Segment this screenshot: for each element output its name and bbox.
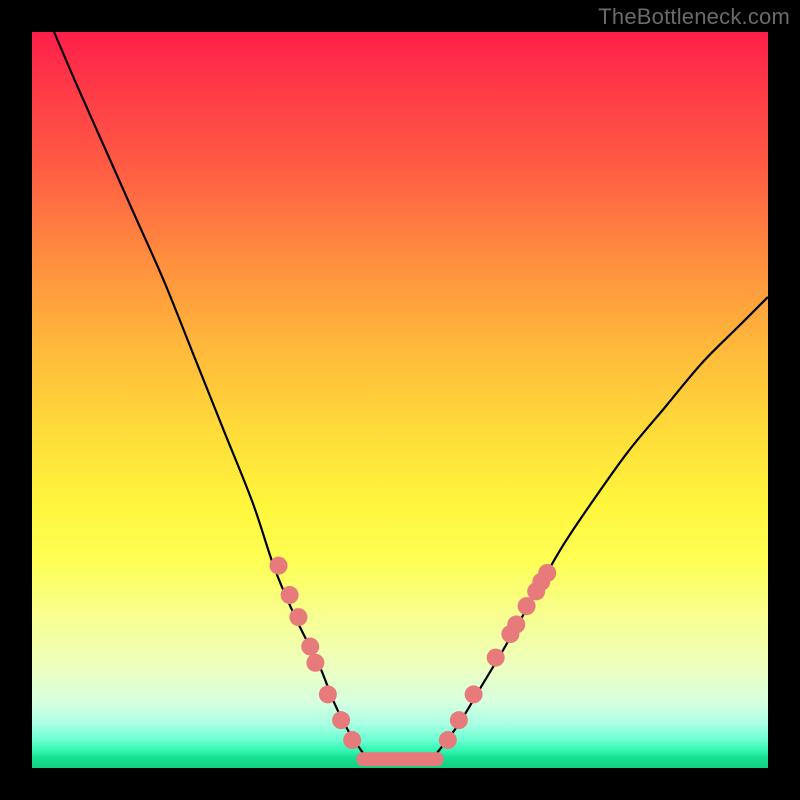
data-marker (439, 731, 457, 749)
data-marker (343, 731, 361, 749)
data-marker (465, 685, 483, 703)
data-marker (507, 615, 525, 633)
data-marker (301, 638, 319, 656)
data-marker (281, 586, 299, 604)
data-marker (332, 711, 350, 729)
marker-group (270, 557, 557, 749)
data-marker (306, 654, 324, 672)
right-curve (437, 297, 768, 753)
data-marker (319, 685, 337, 703)
chart-svg (32, 32, 768, 768)
data-marker (450, 711, 468, 729)
data-marker (289, 608, 307, 626)
watermark-text: TheBottleneck.com (598, 4, 790, 30)
data-marker (270, 557, 288, 575)
data-marker (487, 649, 505, 667)
data-marker (538, 564, 556, 582)
outer-frame: TheBottleneck.com (0, 0, 800, 800)
plot-area (32, 32, 768, 768)
data-marker (518, 597, 536, 615)
